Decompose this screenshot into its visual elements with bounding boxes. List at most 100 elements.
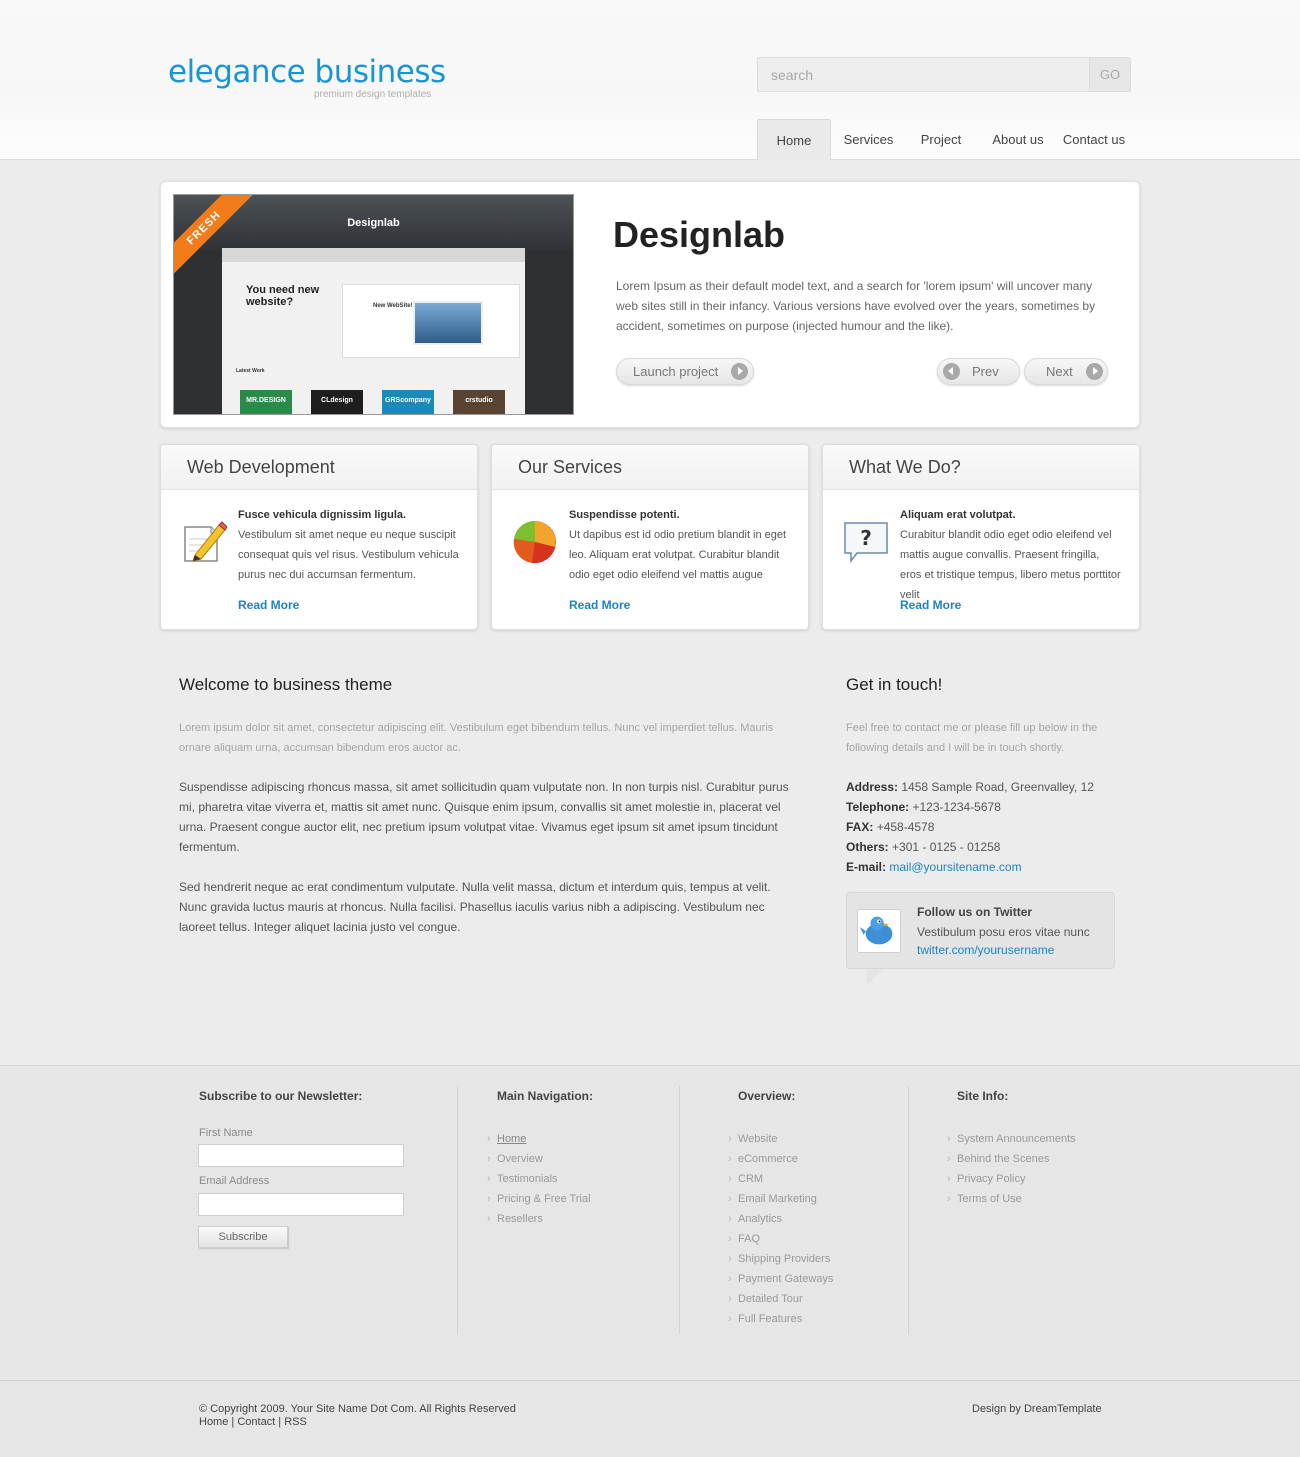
search-input[interactable] [758,58,1090,91]
twitter-link[interactable]: twitter.com/yourusername [917,943,1054,957]
arrow-left-icon [943,363,960,380]
launch-project-button[interactable]: Launch project [616,358,754,385]
nav-about-us[interactable]: About us [976,119,1060,160]
box-title: Web Development [161,445,477,490]
screenshot-banner: New WebSite! [342,284,520,358]
main-navigation-title: Main Navigation: [497,1089,594,1103]
contact-telephone: Telephone: +123-1234-5678 [846,800,1001,814]
box-text: Curabitur blandit odio eget odio eleifen… [900,529,1121,601]
overview-link[interactable]: FAQ [728,1229,833,1249]
feature-title: Designlab [613,214,786,255]
nav-services[interactable]: Services [831,119,906,160]
copyright: © Copyright 2009. Your Site Name Dot Com… [199,1403,516,1415]
screenshot-section-label: Latest Work [236,368,265,374]
screenshot-works: MR.DESIGN CLdesign GRScompany crstudio [240,378,515,414]
welcome-lead: Lorem ipsum dolor sit amet, consectetur … [179,722,774,754]
newsletter-title: Subscribe to our Newsletter: [199,1089,363,1103]
nav-project[interactable]: Project [906,119,976,160]
nav-home[interactable]: Home [757,119,831,160]
footer-nav-link[interactable]: Home [487,1129,591,1149]
overview-list: Website eCommerce CRM Email Marketing An… [728,1129,833,1329]
welcome-paragraph: Suspendisse adipiscing rhoncus massa, si… [179,780,789,854]
read-more-link[interactable]: Read More [900,598,961,612]
bottom-link-home[interactable]: Home [199,1416,228,1428]
overview-link[interactable]: eCommerce [728,1149,833,1169]
welcome-paragraph: Sed hendrerit neque ac erat condimentum … [179,880,771,934]
footer-bottom-divider [0,1380,1300,1381]
footer-divider [679,1086,680,1334]
contact-lead: Feel free to contact me or please fill u… [846,722,1098,754]
box-web-development: Web Development Fusce vehicula dignissim… [160,444,478,630]
overview-link[interactable]: Detailed Tour [728,1289,833,1309]
twitter-title: Follow us on Twitter [917,905,1033,919]
main-navigation-list: Home Overview Testimonials Pricing & Fre… [487,1129,591,1229]
overview-link[interactable]: Shipping Providers [728,1249,833,1269]
site-info-link[interactable]: Privacy Policy [947,1169,1076,1189]
screenshot-tile: crstudio [453,390,505,414]
first-name-input[interactable] [198,1144,404,1167]
box-subtitle: Suspendisse potenti. [569,509,680,521]
overview-link[interactable]: Email Marketing [728,1189,833,1209]
pie-chart-icon [513,520,556,564]
overview-link[interactable]: Analytics [728,1209,833,1229]
footer-nav-link[interactable]: Overview [487,1149,591,1169]
box-title: What We Do? [823,445,1139,490]
launch-project-label: Launch project [633,364,719,379]
overview-link[interactable]: Website [728,1129,833,1149]
email-link[interactable]: mail@yoursitename.com [889,860,1021,874]
prev-label: Prev [972,364,999,379]
first-name-label: First Name [199,1127,253,1139]
nav-contact-us[interactable]: Contact us [1060,119,1128,160]
screenshot-title: Designlab [347,217,400,229]
arrow-right-icon [731,363,748,380]
site-info-title: Site Info: [957,1089,1009,1103]
overview-link[interactable]: CRM [728,1169,833,1189]
search-go-button[interactable]: GO [1089,58,1130,91]
email-address-label: Email Address [199,1175,270,1187]
read-more-link[interactable]: Read More [238,598,299,612]
contact-address: Address: 1458 Sample Road, Greenvalley, … [846,780,1094,794]
design-credit: Design by DreamTemplate [972,1403,1102,1415]
screenshot-heading: You need new website? [246,284,320,308]
search-box: GO [757,57,1131,92]
svg-text:?: ? [860,526,872,550]
box-title: Our Services [492,445,808,490]
box-what-we-do: What We Do? ? Aliquam erat volutpat. Cur… [822,444,1140,630]
footer-nav-link[interactable]: Testimonials [487,1169,591,1189]
site-footer: Subscribe to our Newsletter: First Name … [0,1065,1300,1457]
pencil-note-icon [184,521,227,562]
read-more-link[interactable]: Read More [569,598,630,612]
arrow-right-icon [1086,363,1103,380]
bottom-link-rss[interactable]: RSS [284,1416,307,1428]
contact-email: E-mail: mail@yoursitename.com [846,860,1022,874]
screenshot-tile: GRScompany [382,390,434,414]
site-info-link[interactable]: Terms of Use [947,1189,1076,1209]
question-bubble-icon: ? [844,522,888,564]
subscribe-button[interactable]: Subscribe [198,1226,288,1248]
twitter-box: Follow us on Twitter Vestibulum posu ero… [846,892,1115,985]
box-text: Ut dapibus est id odio pretium blandit i… [569,529,787,581]
footer-nav-link[interactable]: Resellers [487,1209,591,1229]
box-subtitle: Fusce vehicula dignissim ligula. [238,509,407,521]
bottom-link-contact[interactable]: Contact [237,1416,275,1428]
next-button[interactable]: Next [1024,358,1108,385]
twitter-text: Vestibulum posu eros vitae nunc [917,925,1090,939]
feature-text: Lorem Ipsum as their default model text,… [616,279,1096,333]
contact-title: Get in touch! [846,675,943,694]
box-text: Vestibulum sit amet neque eu neque susci… [238,529,459,581]
site-info-list: System Announcements Behind the Scenes P… [947,1129,1076,1209]
main-nav: Home Services Project About us Contact u… [757,119,1128,160]
overview-link[interactable]: Payment Gateways [728,1269,833,1289]
overview-link[interactable]: Full Features [728,1309,833,1329]
logo-title: elegance business [168,54,446,90]
project-screenshot[interactable]: Designlab You need new website? New WebS… [173,194,574,415]
prev-button[interactable]: Prev [937,358,1020,385]
site-info-link[interactable]: System Announcements [947,1129,1076,1149]
screenshot-banner-image [413,301,483,345]
footer-divider [908,1086,909,1334]
bottom-links: Home | Contact | RSS [199,1416,307,1428]
site-info-link[interactable]: Behind the Scenes [947,1149,1076,1169]
email-address-input[interactable] [198,1193,404,1216]
footer-nav-link[interactable]: Pricing & Free Trial [487,1189,591,1209]
logo[interactable]: elegance business premium design templat… [168,52,446,100]
